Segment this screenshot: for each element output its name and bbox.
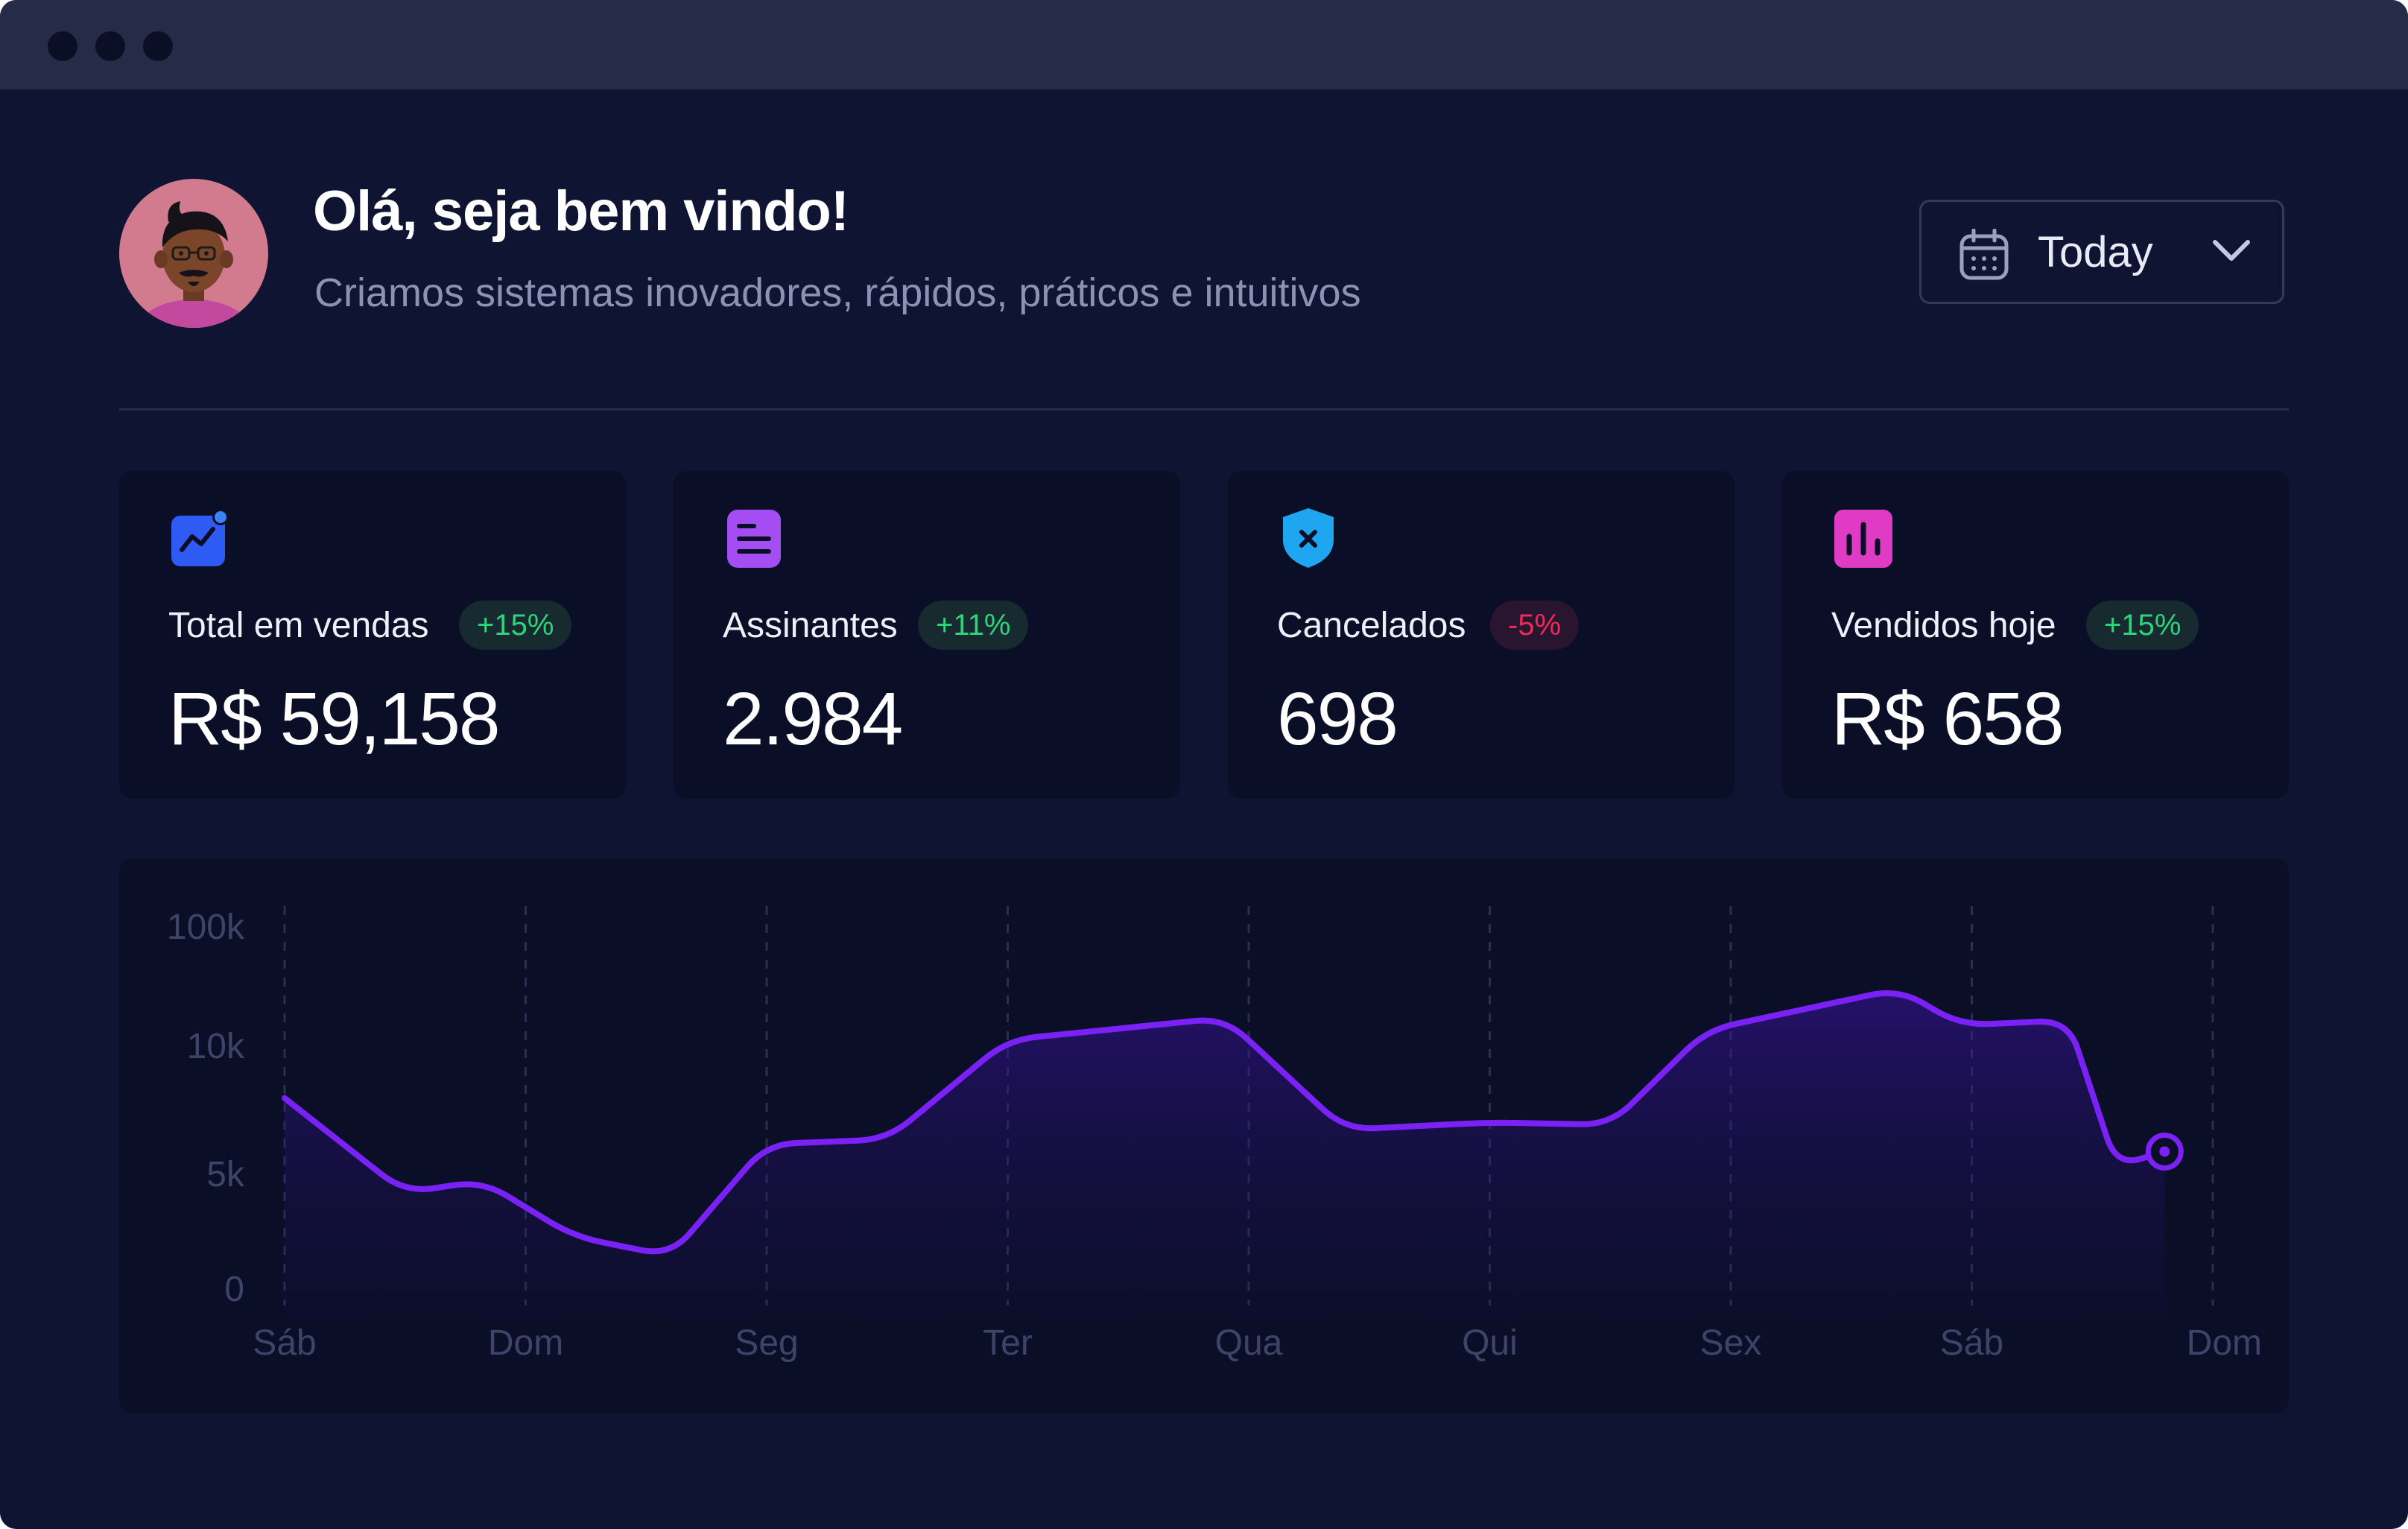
- stat-card-sold-today[interactable]: Vendidos hoje +15% R$ 658: [1782, 471, 2289, 799]
- x-tick-label: Dom: [2187, 1323, 2262, 1363]
- stat-title: Total em vendas: [168, 606, 429, 645]
- avatar-illustration: [142, 201, 246, 328]
- data-point: [2067, 1019, 2070, 1022]
- stat-change-badge: -5%: [1490, 601, 1580, 650]
- data-point: [1609, 1124, 1612, 1127]
- x-tick-label: Qua: [1215, 1323, 1283, 1363]
- document-icon: [723, 507, 785, 573]
- data-point: [1489, 1121, 1492, 1124]
- stat-value: 2.984: [723, 677, 903, 761]
- window-close-dot[interactable]: [48, 31, 77, 61]
- page-subtitle: Criamos sistemas inovadores, rápidos, pr…: [314, 270, 1361, 315]
- stat-card-subscribers[interactable]: Assinantes +11% 2.984: [674, 471, 1180, 799]
- data-point: [481, 1180, 484, 1183]
- stat-value: R$ 59,158: [168, 677, 500, 761]
- x-tick-label: Sáb: [253, 1323, 316, 1363]
- y-tick-label: 10k: [187, 1027, 245, 1066]
- stat-change-badge: +15%: [459, 601, 572, 650]
- date-range-selected: Today: [2038, 228, 2153, 276]
- stat-value: 698: [1277, 677, 1398, 761]
- data-point: [283, 1097, 286, 1100]
- data-point: [765, 1143, 768, 1146]
- y-tick-label: 100k: [167, 908, 245, 947]
- bar-chart-icon: [1831, 507, 1894, 573]
- data-point: [669, 1255, 672, 1258]
- window-maximize-dot[interactable]: [143, 31, 173, 61]
- last-point-dot: [2159, 1146, 2170, 1157]
- avatar[interactable]: [119, 179, 268, 328]
- x-tick-label: Qui: [1462, 1323, 1518, 1363]
- stat-title: Vendidos hoje: [1831, 606, 2056, 645]
- header-divider: [119, 408, 2289, 411]
- date-range-select[interactable]: Today: [1919, 200, 2284, 304]
- data-point: [1898, 987, 1901, 990]
- data-point: [886, 1138, 889, 1141]
- data-point: [404, 1191, 407, 1194]
- x-tick-label: Sex: [1700, 1323, 1762, 1363]
- data-point: [1223, 1016, 1226, 1019]
- stat-change-badge: +11%: [918, 601, 1029, 650]
- stat-change-badge: +15%: [2086, 601, 2199, 650]
- calendar-icon: [1959, 228, 2009, 285]
- data-point: [1007, 1038, 1010, 1041]
- x-tick-label: Dom: [488, 1323, 563, 1363]
- stat-value: R$ 658: [1831, 677, 2064, 761]
- data-point: [2115, 1165, 2118, 1168]
- x-tick-label: Ter: [983, 1323, 1033, 1363]
- x-tick-label: Sáb: [1940, 1323, 2003, 1363]
- sales-area-chart: 0 5k 10k 100k Sáb Dom Seg Ter Qua Qui Sex Sáb Dom: [167, 906, 2262, 1363]
- trending-chart-icon: [168, 507, 231, 573]
- data-point: [1343, 1128, 1346, 1131]
- y-tick-label: 0: [224, 1270, 244, 1309]
- x-tick-label: Seg: [735, 1323, 798, 1363]
- shield-x-icon: [1277, 507, 1340, 573]
- stat-card-cancelled[interactable]: Cancelados -5% 698: [1228, 471, 1734, 799]
- app-window: Olá, seja bem vindo! Criamos sistemas in…: [0, 0, 2408, 1529]
- sales-chart-card: 0 5k 10k 100k Sáb Dom Seg Ter Qua Qui Sex Sáb Dom: [119, 858, 2289, 1413]
- stat-card-total-sales[interactable]: Total em vendas +15% R$ 59,158: [119, 471, 626, 799]
- data-point: [572, 1235, 575, 1238]
- page-title: Olá, seja bem vindo!: [313, 180, 849, 243]
- window-minimize-dot[interactable]: [95, 31, 125, 61]
- data-point: [1958, 1024, 1961, 1027]
- chevron-down-icon: [2211, 236, 2252, 270]
- series-area-fill: [285, 993, 2165, 1317]
- stat-title: Assinantes: [723, 606, 898, 645]
- stat-title: Cancelados: [1277, 606, 1466, 645]
- y-tick-label: 5k: [206, 1155, 245, 1194]
- window-titlebar: [0, 0, 2408, 89]
- data-point: [1705, 1028, 1708, 1031]
